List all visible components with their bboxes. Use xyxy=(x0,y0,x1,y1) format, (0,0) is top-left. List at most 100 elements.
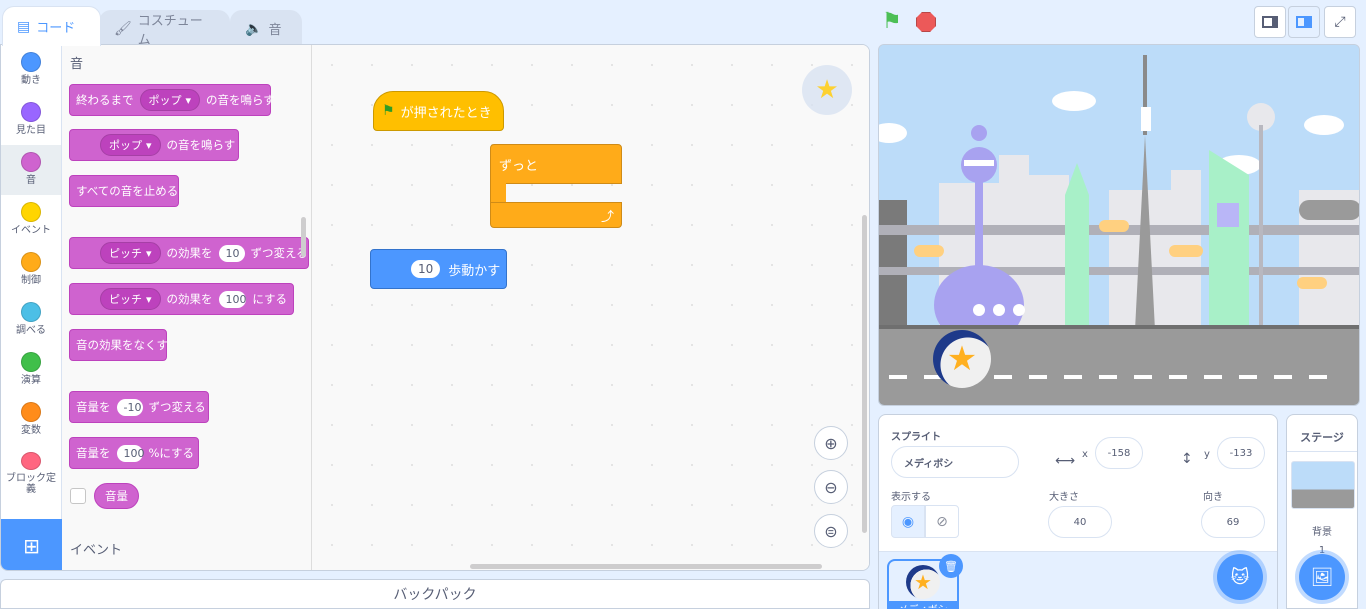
category-looks[interactable]: 見た目 xyxy=(1,95,61,145)
size-input[interactable]: 40 xyxy=(1048,506,1112,538)
fullscreen-button[interactable]: ⤢ xyxy=(1324,6,1356,38)
tab-costumes[interactable]: 🖌 コスチューム xyxy=(99,10,230,48)
tab-code-label: コード xyxy=(36,21,76,36)
stage-divider xyxy=(1287,451,1357,452)
fullscreen-icon: ⤢ xyxy=(1334,14,1346,30)
block-text: ずつ変える xyxy=(250,246,308,260)
block-set-volume[interactable]: 音量を 100 %にする xyxy=(69,437,199,469)
direction-label: 向き xyxy=(1203,492,1223,503)
normal-stage-icon xyxy=(1296,16,1312,28)
block-set-effect[interactable]: ピッチ ▾ の効果を 100 にする xyxy=(69,283,294,315)
zoom-in-button[interactable]: ⊕ xyxy=(814,426,848,460)
show-label: 表示する xyxy=(891,492,931,503)
block-play-sound-until-done[interactable]: 終わるまで ポップ ▾ の音を鳴らす xyxy=(69,84,275,116)
block-volume-reporter[interactable]: 音量 xyxy=(94,483,139,509)
block-move-steps[interactable]: 10 歩動かす xyxy=(370,249,507,289)
block-stop-all-sounds[interactable]: すべての音を止める xyxy=(69,175,179,207)
workspace-scrollbar-horizontal[interactable] xyxy=(470,564,822,569)
caret-down-icon: ▾ xyxy=(185,93,192,107)
block-when-flag-clicked[interactable]: ⚑ が押されたとき xyxy=(373,91,504,131)
palette-heading-events: イベント xyxy=(70,543,123,558)
category-label: 動き xyxy=(21,75,41,86)
sound-dropdown[interactable]: ポップ ▾ xyxy=(139,89,201,111)
zoom-out-button[interactable]: ⊖ xyxy=(814,470,848,504)
category-sensing[interactable]: 調べる xyxy=(1,295,61,345)
stage-selector-pane[interactable]: ステージ 背景 1 🖼 xyxy=(1286,414,1358,609)
tab-code[interactable]: ▤ コード xyxy=(2,6,101,46)
palette-heading: 音 xyxy=(70,57,84,72)
block-text: にする xyxy=(252,292,287,306)
code-editor: 動き 見た目 音 イベント 制御 調べる 演算 変数 ブロック定義 ⊞ 音 終わ… xyxy=(0,44,870,571)
block-text: 音量を xyxy=(76,446,111,460)
green-flag-button[interactable]: ⚑ xyxy=(882,10,906,34)
sprite-label: スプライト xyxy=(891,432,941,443)
category-variables[interactable]: 変数 xyxy=(1,395,61,445)
small-stage-button[interactable] xyxy=(1254,6,1286,38)
steps-input[interactable]: 10 xyxy=(411,260,441,278)
add-extension-button[interactable]: ⊞ xyxy=(1,519,62,570)
category-dot xyxy=(21,252,41,272)
number-input[interactable]: -10 xyxy=(116,398,143,416)
block-text: が押されたとき xyxy=(400,105,492,121)
stage-canvas[interactable]: ★ xyxy=(878,44,1360,406)
block-change-effect[interactable]: ピッチ ▾ の効果を 10 ずつ変える xyxy=(69,237,309,269)
eye-slash-icon: ⊘ xyxy=(936,513,948,530)
show-visible-button[interactable]: ◉ xyxy=(891,505,925,538)
sprite-name-input[interactable]: メディボシ xyxy=(891,446,1019,478)
block-text: ずつ変える xyxy=(148,400,206,414)
delete-sprite-button[interactable]: 🗑 xyxy=(939,554,963,578)
workspace-scrollbar-vertical[interactable] xyxy=(862,215,867,533)
sprite-on-stage[interactable]: ★ xyxy=(933,330,991,388)
category-label: 変数 xyxy=(21,425,41,436)
direction-input[interactable]: 69 xyxy=(1201,506,1265,538)
category-motion[interactable]: 動き xyxy=(1,45,61,95)
category-label: 音 xyxy=(26,175,36,186)
category-dot xyxy=(21,302,41,322)
dropdown-value: ピッチ xyxy=(109,293,142,306)
normal-stage-button[interactable] xyxy=(1288,6,1320,38)
effect-dropdown[interactable]: ピッチ ▾ xyxy=(100,288,161,310)
cat-icon: 🐱 xyxy=(1230,566,1250,588)
category-dot xyxy=(21,102,41,122)
number-input[interactable]: 100 xyxy=(218,290,247,308)
tab-sounds[interactable]: 🔈 音 xyxy=(230,10,302,46)
block-start-sound[interactable]: ポップ ▾ の音を鳴らす xyxy=(69,129,239,161)
choose-backdrop-button[interactable]: 🖼 xyxy=(1299,554,1345,600)
number-input[interactable]: 100 xyxy=(116,444,145,462)
brush-icon: 🖌 xyxy=(114,20,132,37)
category-dot xyxy=(21,152,41,172)
volume-monitor-checkbox[interactable] xyxy=(70,488,86,504)
sound-dropdown[interactable]: ポップ ▾ xyxy=(100,134,161,156)
sprite-thumbnail-icon: ★ xyxy=(802,65,852,115)
zoom-reset-button[interactable]: ⊜ xyxy=(814,514,848,548)
category-events[interactable]: イベント xyxy=(1,195,61,245)
script-workspace[interactable]: ★ ⚑ が押されたとき ずっと ⤴ 10 歩動かす ⊕ ⊖ ⊜ xyxy=(312,45,869,570)
number-input[interactable]: 10 xyxy=(218,244,245,262)
backdrops-label: 背景 xyxy=(1312,527,1332,538)
palette-scrollbar[interactable] xyxy=(301,217,306,257)
block-text: すべての音を止める xyxy=(76,184,179,198)
backpack-bar[interactable]: バックパック xyxy=(0,579,870,609)
stop-button[interactable] xyxy=(916,12,936,32)
category-label: イベント xyxy=(11,225,51,236)
show-hidden-button[interactable]: ⊘ xyxy=(925,505,959,538)
block-text: の効果を xyxy=(166,292,213,306)
block-palette: 音 終わるまで ポップ ▾ の音を鳴らす ポップ ▾ の音を鳴らす すべての音を止め… xyxy=(62,45,312,570)
effect-dropdown[interactable]: ピッチ ▾ xyxy=(100,242,161,264)
block-change-volume[interactable]: 音量を -10 ずつ変える xyxy=(69,391,209,423)
x-position-input[interactable]: -158 xyxy=(1095,437,1143,469)
category-myblocks[interactable]: ブロック定義 xyxy=(1,445,61,495)
sprite-tile-thumbnail-icon: ★ xyxy=(906,565,940,599)
add-backdrop-icon: 🖼 xyxy=(1310,566,1334,588)
choose-sprite-button[interactable]: 🐱 xyxy=(1217,554,1263,600)
category-control[interactable]: 制御 xyxy=(1,245,61,295)
green-flag-icon: ⚑ xyxy=(382,103,395,119)
category-operators[interactable]: 演算 xyxy=(1,345,61,395)
category-menu: 動き 見た目 音 イベント 制御 調べる 演算 変数 ブロック定義 xyxy=(1,45,62,519)
category-sound[interactable]: 音 xyxy=(1,145,61,195)
block-forever[interactable]: ずっと ⤴ xyxy=(490,144,622,229)
block-clear-sound-effects[interactable]: 音の効果をなくす xyxy=(69,329,168,361)
x-label: x xyxy=(1082,449,1088,460)
category-label: 制御 xyxy=(21,275,41,286)
y-position-input[interactable]: -133 xyxy=(1217,437,1265,469)
